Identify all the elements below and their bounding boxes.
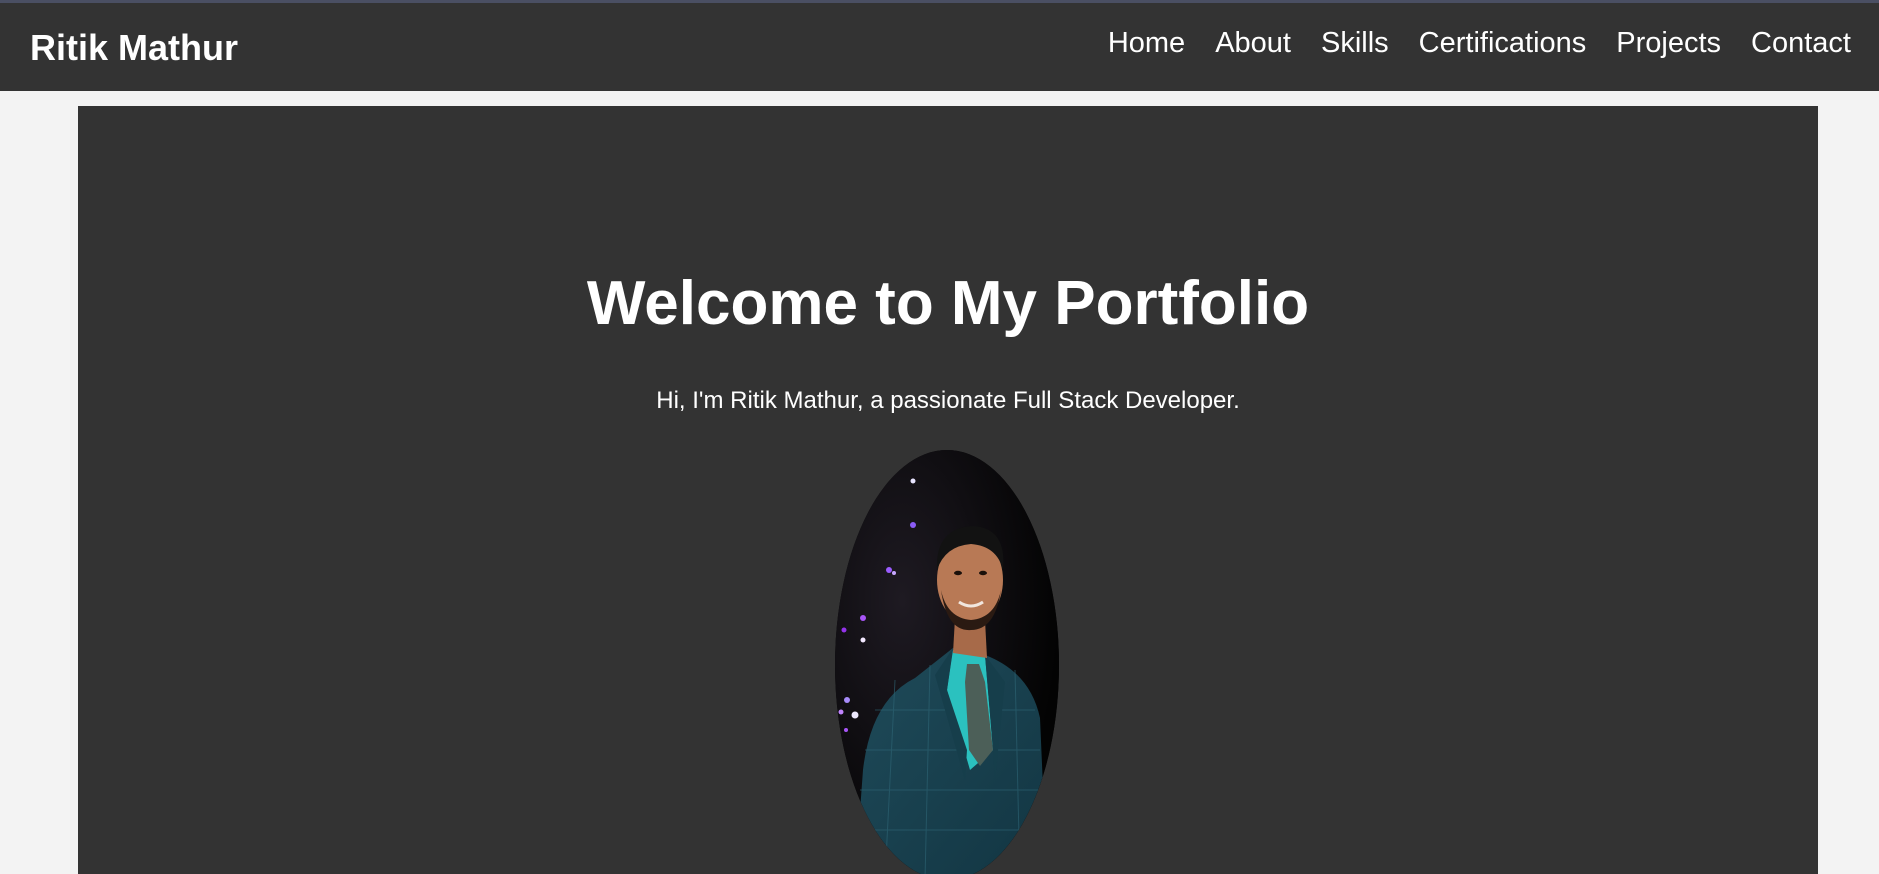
nav-link-certifications[interactable]: Certifications xyxy=(1419,23,1587,63)
hero-section: Welcome to My Portfolio Hi, I'm Ritik Ma… xyxy=(78,106,1818,874)
nav-link-home[interactable]: Home xyxy=(1108,23,1185,63)
hero-title: Welcome to My Portfolio xyxy=(586,269,1310,338)
hero-subtitle: Hi, I'm Ritik Mathur, a passionate Full … xyxy=(656,387,1240,414)
nav-link-contact[interactable]: Contact xyxy=(1751,23,1851,63)
nav-link-about[interactable]: About xyxy=(1215,23,1291,63)
nav-link-skills[interactable]: Skills xyxy=(1321,23,1389,63)
profile-photo xyxy=(835,450,1059,874)
nav-link-projects[interactable]: Projects xyxy=(1616,23,1721,63)
top-navbar: Ritik Mathur Home About Skills Certifica… xyxy=(0,0,1879,91)
main-nav: Home About Skills Certifications Project… xyxy=(1108,23,1851,63)
profile-photo-illustration xyxy=(835,450,1059,874)
site-brand[interactable]: Ritik Mathur xyxy=(30,27,238,69)
